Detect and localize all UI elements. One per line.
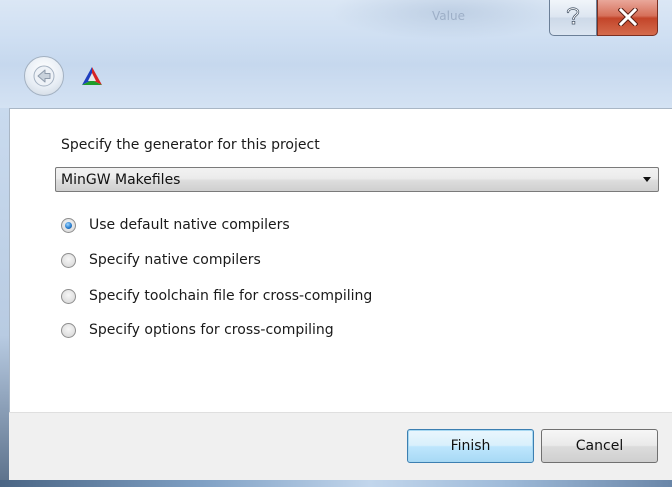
window-title: Value	[432, 9, 465, 23]
generator-selected-value: MinGW Makefiles	[61, 172, 181, 188]
radio-label: Use default native compilers	[89, 217, 290, 233]
generator-select[interactable]: MinGW Makefiles	[55, 167, 659, 192]
back-button[interactable]	[24, 56, 64, 96]
radio-button-selected[interactable]	[61, 217, 76, 233]
window-frame-bottom	[0, 480, 672, 487]
generator-prompt-label: Specify the generator for this project	[61, 137, 320, 153]
radio-label: Specify options for cross-compiling	[89, 322, 334, 338]
window-frame-left	[0, 108, 9, 487]
radio-label: Specify native compilers	[89, 252, 261, 268]
finish-button[interactable]: Finish	[407, 429, 534, 463]
dialog-window: Value Specify the generator for this pro…	[0, 0, 672, 487]
radio-button[interactable]	[61, 252, 76, 268]
radio-button[interactable]	[61, 288, 76, 304]
radio-option-default-compilers[interactable]: Use default native compilers	[61, 215, 290, 235]
radio-option-native-compilers[interactable]: Specify native compilers	[61, 250, 261, 270]
radio-button[interactable]	[61, 322, 76, 338]
question-mark-icon	[566, 7, 580, 25]
close-button[interactable]	[597, 0, 658, 36]
cancel-button[interactable]: Cancel	[541, 429, 658, 463]
cmake-logo-icon	[82, 67, 102, 85]
back-arrow-icon	[33, 65, 55, 87]
help-button[interactable]	[549, 0, 597, 36]
radio-option-toolchain-file[interactable]: Specify toolchain file for cross-compili…	[61, 286, 372, 306]
chevron-down-icon	[643, 177, 651, 182]
radio-label: Specify toolchain file for cross-compili…	[89, 288, 373, 304]
radio-option-cross-compiling[interactable]: Specify options for cross-compiling	[61, 320, 334, 340]
close-icon	[618, 8, 638, 26]
